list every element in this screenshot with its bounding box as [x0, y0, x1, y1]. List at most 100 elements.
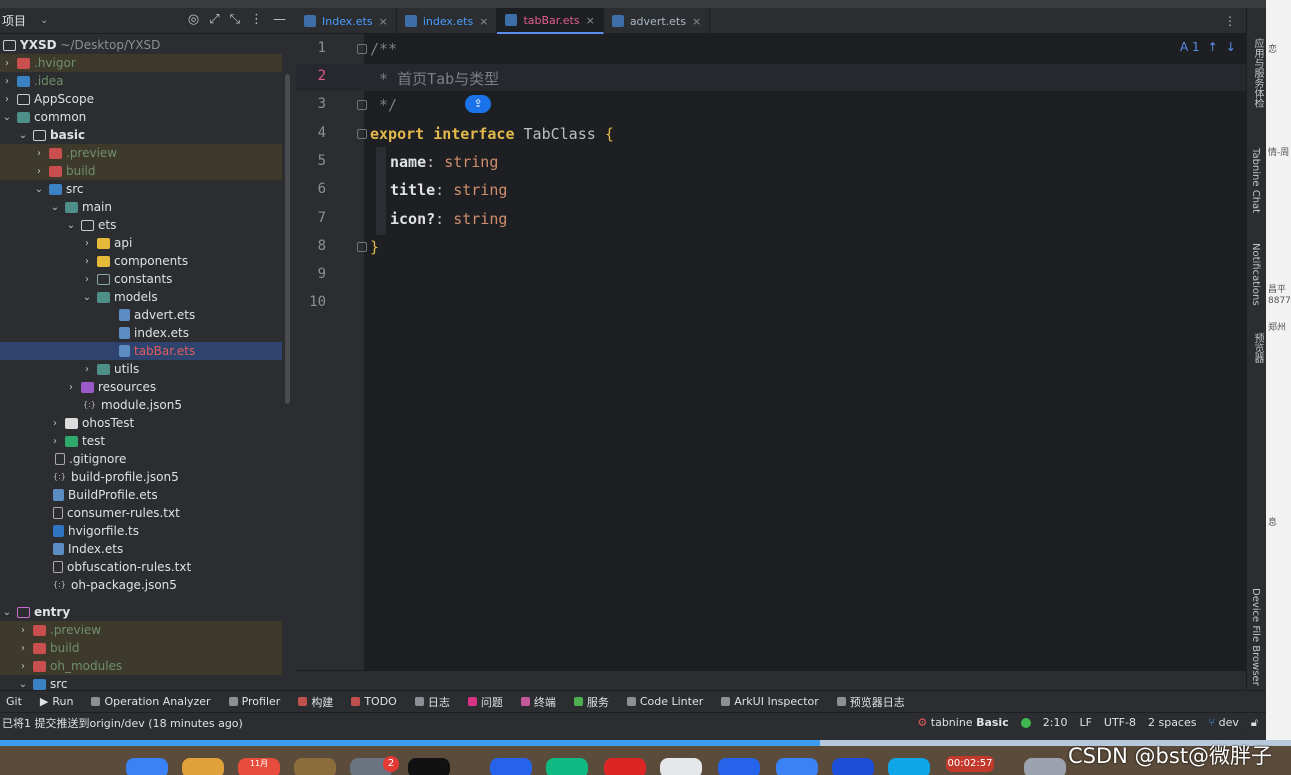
chevron-right-icon[interactable]: › [18, 661, 28, 672]
chevron-right-icon[interactable]: › [82, 364, 92, 375]
tool-previewer-log[interactable]: 预览器日志 [836, 694, 905, 710]
fold-icon[interactable] [357, 242, 367, 252]
close-icon[interactable]: × [692, 15, 701, 28]
tree-item[interactable]: .gitignore [0, 450, 282, 468]
tree-item-selected[interactable]: tabBar.ets [0, 342, 282, 360]
chevron-down-icon[interactable]: ⌄ [2, 607, 12, 618]
chevron-down-icon[interactable]: ⌄ [82, 292, 92, 303]
arrow-down-icon[interactable]: ↓ [1226, 40, 1236, 54]
tab-index-ets[interactable]: index.ets × [397, 8, 498, 34]
tool-services[interactable]: 服务 [573, 694, 609, 710]
tab-index-ets-upper[interactable]: Index.ets × [296, 8, 397, 34]
tool-operation-analyzer[interactable]: Operation Analyzer [91, 695, 211, 708]
chevron-right-icon[interactable]: › [2, 76, 12, 87]
tree-item[interactable]: › AppScope [0, 90, 282, 108]
upload-icon[interactable]: ⇪ [465, 95, 491, 113]
status-ok-icon[interactable] [1020, 717, 1031, 728]
app-icon[interactable] [832, 758, 874, 775]
tree-item[interactable]: › .idea [0, 72, 282, 90]
tree-item[interactable]: Index.ets [0, 540, 282, 558]
notifications-tab[interactable]: Notifications [1250, 243, 1261, 306]
tree-item[interactable]: › oh_modules [0, 657, 282, 675]
launchpad-icon[interactable] [182, 758, 224, 775]
app-icon[interactable] [490, 758, 532, 775]
tool-log[interactable]: 日志 [414, 694, 450, 710]
cursor-position[interactable]: 2:10 [1043, 716, 1068, 729]
collapse-icon[interactable]: ⤡ [230, 12, 240, 27]
target-icon[interactable]: ◎ [188, 12, 199, 27]
chevron-right-icon[interactable]: › [82, 238, 92, 249]
recording-timer[interactable]: 00:02:57 [946, 756, 994, 772]
app-icon[interactable] [1024, 758, 1066, 775]
chevron-down-icon[interactable]: ⌄ [2, 112, 12, 123]
lock-icon[interactable]: 🔓︎ [1251, 716, 1258, 730]
indent-setting[interactable]: 2 spaces [1148, 716, 1197, 729]
tree-item[interactable]: index.ets [0, 324, 282, 342]
tool-run[interactable]: ▶ Run [40, 695, 74, 708]
tab-advert-ets[interactable]: advert.ets × [604, 8, 711, 34]
app-icon[interactable] [888, 758, 930, 775]
tree-item[interactable]: obfuscation-rules.txt [0, 558, 282, 576]
status-message[interactable]: 已将1 提交推送到origin/dev (18 minutes ago) [2, 715, 243, 731]
tree-item[interactable]: {:} module.json5 [0, 396, 282, 414]
chevron-down-icon[interactable]: ⌄ [66, 220, 76, 231]
terminal-app-icon[interactable] [408, 758, 450, 775]
app-icon[interactable] [718, 758, 760, 775]
tree-item[interactable]: ⌄ entry [0, 603, 282, 621]
tool-arkui-inspector[interactable]: ArkUI Inspector [721, 695, 819, 708]
chevron-right-icon[interactable]: › [18, 643, 28, 654]
fold-icon[interactable] [357, 44, 367, 54]
hide-icon[interactable]: — [273, 12, 286, 27]
tree-item[interactable]: BuildProfile.ets [0, 486, 282, 504]
tree-item[interactable]: ⌄ main [0, 198, 282, 216]
editor-hscroll[interactable] [296, 670, 1246, 690]
tool-profiler[interactable]: Profiler [228, 695, 280, 708]
calendar-icon[interactable]: 11月 [238, 758, 280, 775]
tool-code-linter[interactable]: Code Linter [626, 695, 703, 708]
chevron-right-icon[interactable]: › [18, 625, 28, 636]
chevron-right-icon[interactable]: › [82, 274, 92, 285]
tree-item[interactable]: › utils [0, 360, 282, 378]
chrome-icon[interactable] [604, 758, 646, 775]
tabs-more-icon[interactable]: ⋮ [1224, 14, 1236, 28]
tree-item[interactable]: ⌄ src [0, 180, 282, 198]
inspection-widget[interactable]: A 1 ↑ ↓ [1180, 40, 1236, 54]
tree-item[interactable]: ⌄ src [0, 675, 282, 690]
tool-build[interactable]: 构建 [298, 694, 333, 710]
chevron-right-icon[interactable]: › [2, 94, 12, 105]
tabnine-chat-tab[interactable]: Tabnine Chat [1250, 148, 1261, 213]
tree-item[interactable]: {:} oh-package.json5 [0, 576, 282, 594]
chevron-down-icon[interactable]: ⌄ [50, 202, 60, 213]
chevron-down-icon[interactable]: ⌄ [18, 679, 28, 690]
device-file-browser-tab[interactable]: Device File Browser [1250, 588, 1261, 686]
vscode-icon[interactable] [776, 758, 818, 775]
fold-icon[interactable] [357, 100, 367, 110]
tree-item[interactable]: advert.ets [0, 306, 282, 324]
chevron-right-icon[interactable]: › [34, 148, 44, 159]
close-icon[interactable]: × [379, 15, 388, 28]
tree-item[interactable]: ⌄ models [0, 288, 282, 306]
tool-git[interactable]: Git [6, 695, 22, 708]
tree-item[interactable]: {:} build-profile.json5 [0, 468, 282, 486]
tool-terminal[interactable]: 终端 [520, 694, 556, 710]
chevron-right-icon[interactable]: › [66, 382, 76, 393]
typora-icon[interactable] [660, 758, 702, 775]
app-icon[interactable] [546, 758, 588, 775]
tree-item[interactable]: ⌄ basic [0, 126, 282, 144]
tree-item[interactable]: › constants [0, 270, 282, 288]
chevron-down-icon[interactable]: ⌄ [18, 130, 28, 141]
tool-problems[interactable]: 问题 [467, 694, 503, 710]
tree-item[interactable]: ⌄ common [0, 108, 282, 126]
tree-item[interactable]: › api [0, 234, 282, 252]
tree-item[interactable]: › components [0, 252, 282, 270]
tree-item-root[interactable]: YXSD ~/Desktop/YXSD [0, 36, 282, 54]
more-icon[interactable]: ⋮ [250, 12, 263, 27]
project-panel-title[interactable]: 项目 [2, 12, 26, 29]
chevron-right-icon[interactable]: › [82, 256, 92, 267]
tree-item[interactable]: › ohosTest [0, 414, 282, 432]
previewer-tab[interactable]: 预览器 [1250, 333, 1265, 363]
tabnine-status[interactable]: ⚙ tabnine Basic [917, 716, 1008, 729]
vcs-branch[interactable]: ⑂ dev [1208, 716, 1238, 729]
expand-icon[interactable]: ⤢ [209, 12, 219, 27]
tree-item[interactable]: › build [0, 162, 282, 180]
